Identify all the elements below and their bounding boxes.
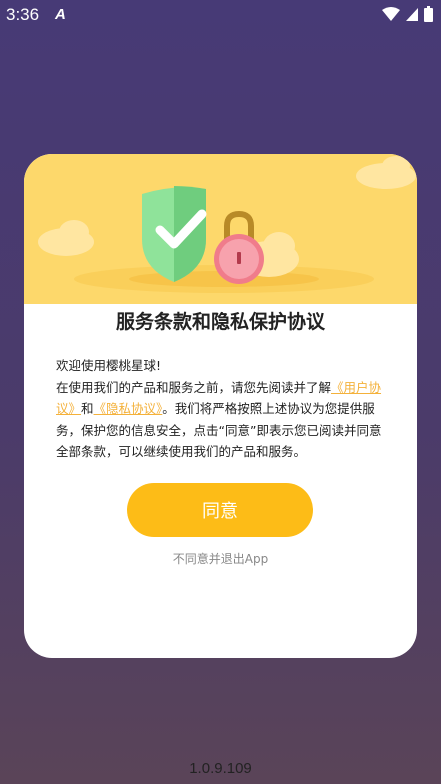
shield-lock-illustration xyxy=(38,156,416,293)
battery-icon xyxy=(424,6,433,22)
signal-icon xyxy=(406,7,418,21)
dialog-header-illustration xyxy=(24,154,417,304)
wifi-icon xyxy=(382,6,400,21)
and-text: 和 xyxy=(81,401,94,416)
app-notification-icon: A xyxy=(55,6,66,23)
dialog-title: 服务条款和隐私保护协议 xyxy=(115,311,325,333)
agreement-paragraph: 在使用我们的产品和服务之前，请您先阅读并了解《用户协议》和《隐私协议》。我们将严… xyxy=(56,377,382,463)
status-icons xyxy=(382,6,433,22)
status-bar: 3:36 A xyxy=(0,0,441,32)
decline-exit-link[interactable]: 不同意并退出App xyxy=(24,550,417,567)
dialog-body-text: 欢迎使用樱桃星球! 在使用我们的产品和服务之前，请您先阅读并了解《用户协议》和《… xyxy=(56,355,382,463)
privacy-dialog: 服务条款和隐私保护协议 欢迎使用樱桃星球! 在使用我们的产品和服务之前，请您先阅… xyxy=(24,154,417,658)
welcome-text: 欢迎使用樱桃星球! xyxy=(56,358,162,373)
agree-button[interactable]: 同意 xyxy=(127,483,313,537)
privacy-policy-link[interactable]: 《隐私协议》 xyxy=(94,401,163,416)
status-time: 3:36 xyxy=(6,5,40,24)
lock-icon xyxy=(214,210,264,284)
body-prefix-text: 在使用我们的产品和服务之前，请您先阅读并了解 xyxy=(56,379,332,395)
app-version: 1.0.9.109 xyxy=(189,760,252,777)
